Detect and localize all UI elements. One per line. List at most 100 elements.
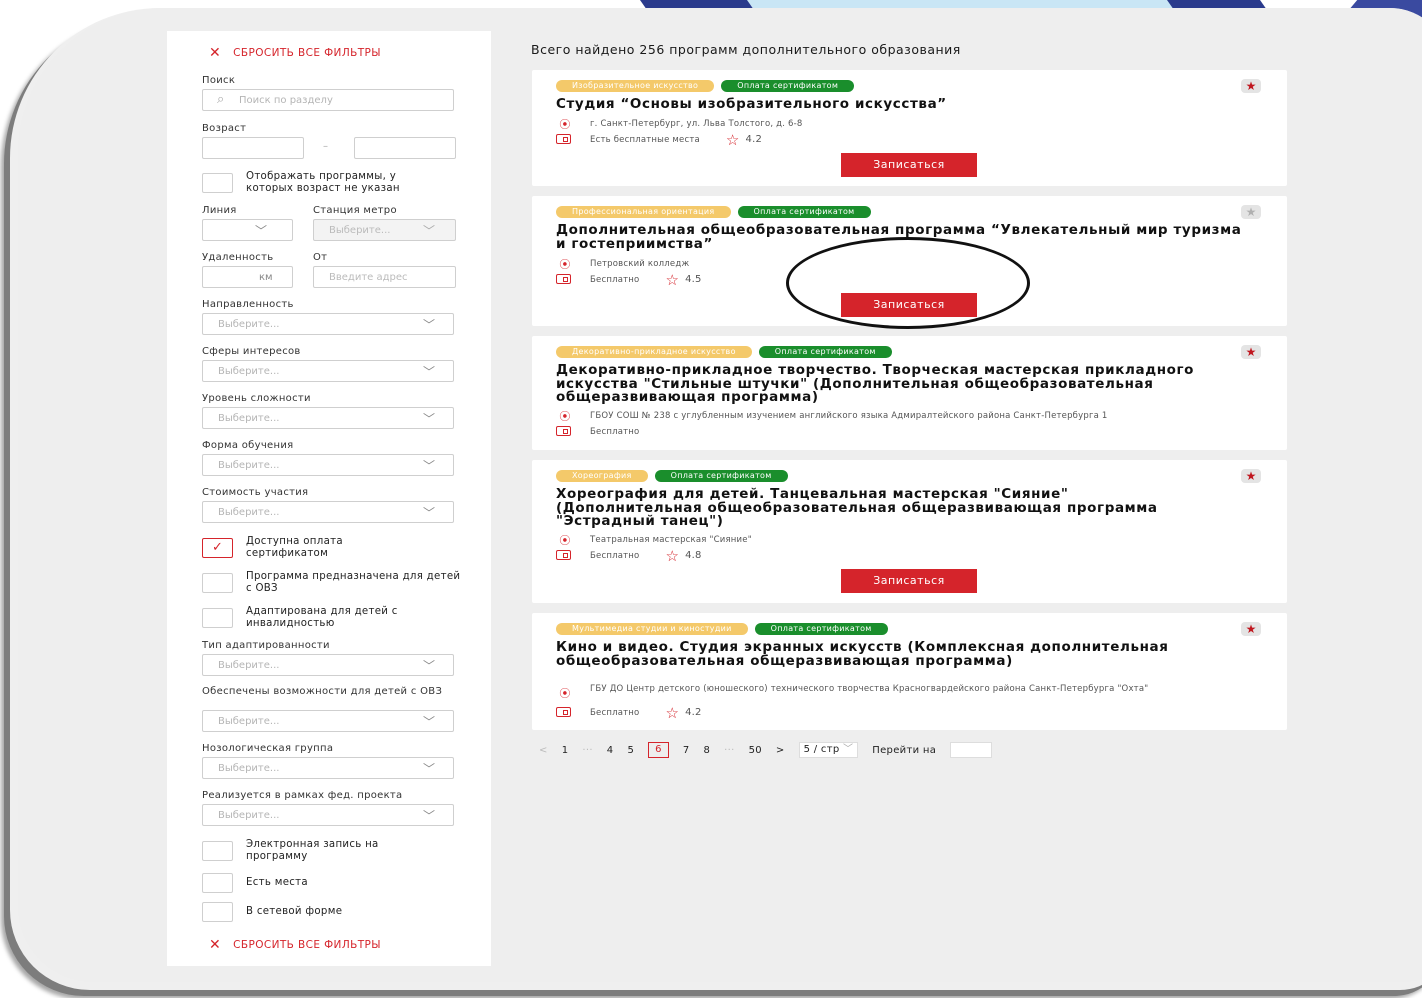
age-label: Возраст xyxy=(202,123,247,134)
certificate-payment-checkbox[interactable]: ✓ xyxy=(202,538,233,558)
favorite-star-icon[interactable]: ★ xyxy=(1241,79,1261,93)
e-enroll-checkbox[interactable] xyxy=(202,841,233,861)
show-no-age-checkbox[interactable] xyxy=(202,173,233,193)
program-address: г. Санкт-Петербург, ул. Льва Толстого, д… xyxy=(590,119,803,129)
select-placeholder: Выберите... xyxy=(218,763,280,774)
category-tag: Декоративно-прикладное искусство xyxy=(556,346,752,358)
chevron-down-icon: ﹀ xyxy=(422,224,435,238)
reset-filters-top[interactable]: ✕ СБРОСИТЬ ВСЕ ФИЛЬТРЫ xyxy=(209,45,381,61)
prev-page-button[interactable]: < xyxy=(539,745,548,756)
rating-star-icon: ☆ xyxy=(725,130,740,149)
page-8[interactable]: 8 xyxy=(703,745,710,756)
difficulty-select[interactable]: Выберите... ﹀ xyxy=(202,407,454,429)
chevron-down-icon: ﹀ xyxy=(422,715,435,729)
distance-input[interactable]: км xyxy=(202,266,293,288)
enroll-button[interactable]: Записаться xyxy=(841,153,977,177)
select-placeholder: Выберите... xyxy=(218,460,280,471)
difficulty-label: Уровень сложности xyxy=(202,393,311,404)
disability-checkbox[interactable] xyxy=(202,608,233,628)
chevron-down-icon: ﹀ xyxy=(422,412,435,426)
program-title[interactable]: Студия “Основы изобразительного искусств… xyxy=(556,97,1256,112)
free-places-checkbox[interactable] xyxy=(202,873,233,893)
favorite-star-icon[interactable]: ★ xyxy=(1241,469,1261,483)
page-size-select[interactable]: 5 / стр ﹀ xyxy=(798,742,859,758)
reset-filters-bottom[interactable]: ✕ СБРОСИТЬ ВСЕ ФИЛЬТРЫ xyxy=(209,937,381,953)
select-placeholder: Выберите... xyxy=(218,507,280,518)
cost-select[interactable]: Выберите... ﹀ xyxy=(202,501,454,523)
annotation-ellipse xyxy=(786,237,1030,329)
page-1[interactable]: 1 xyxy=(562,745,569,756)
page-last[interactable]: 50 xyxy=(749,745,762,756)
page-5[interactable]: 5 xyxy=(627,745,634,756)
goto-page-input[interactable] xyxy=(950,742,993,758)
chevron-down-icon: ﹀ xyxy=(422,318,435,332)
certificate-tag: Оплата сертификатом xyxy=(721,80,855,92)
adaptation-type-select[interactable]: Выберите... ﹀ xyxy=(202,654,454,676)
page-current[interactable]: 6 xyxy=(648,742,669,758)
program-title[interactable]: Хореография для детей. Танцевальная маст… xyxy=(556,487,1196,529)
location-pin-icon: ⦿ xyxy=(559,118,571,131)
line-select[interactable]: ﹀ xyxy=(202,219,293,241)
program-address: ГБОУ СОШ № 238 с углубленным изучением а… xyxy=(590,411,1108,421)
program-card[interactable]: Декоративно-прикладное искусство Оплата с… xyxy=(532,336,1287,450)
wallet-icon xyxy=(556,274,574,285)
program-address: ГБУ ДО Центр детского (юношеского) техни… xyxy=(590,684,1149,694)
certificate-tag: Оплата сертификатом xyxy=(737,206,871,218)
interests-select[interactable]: Выберите... ﹀ xyxy=(202,360,454,382)
check-icon: ✓ xyxy=(212,540,223,555)
nosology-select[interactable]: Выберите... ﹀ xyxy=(202,757,454,779)
direction-select[interactable]: Выберите... ﹀ xyxy=(202,313,454,335)
ovz-checkbox[interactable] xyxy=(202,573,233,593)
fed-project-select[interactable]: Выберите... ﹀ xyxy=(202,804,454,826)
program-price: Бесплатно xyxy=(590,707,640,718)
category-tag: Мультимедиа студии и киностудии xyxy=(556,623,748,635)
e-enroll-label: Электронная запись на программу xyxy=(246,839,379,862)
program-card[interactable]: Изобразительное искусство Оплата сертифик… xyxy=(532,70,1287,186)
select-placeholder: Выберите... xyxy=(218,366,280,377)
metro-placeholder: Выберите... xyxy=(329,225,391,236)
page-7[interactable]: 7 xyxy=(683,745,690,756)
age-to-input[interactable] xyxy=(354,137,456,159)
age-from-input[interactable] xyxy=(202,137,304,159)
rating-star-icon: ☆ xyxy=(665,546,680,565)
favorite-star-icon[interactable]: ★ xyxy=(1241,205,1261,219)
favorite-star-icon[interactable]: ★ xyxy=(1241,622,1261,636)
network-form-label: В сетевой форме xyxy=(246,906,343,917)
address-input[interactable]: Введите адрес xyxy=(313,266,456,288)
close-icon: ✕ xyxy=(209,937,222,953)
filters-sidebar: ✕ СБРОСИТЬ ВСЕ ФИЛЬТРЫ Поиск ⌕ Поиск по … xyxy=(167,31,491,966)
network-form-checkbox[interactable] xyxy=(202,902,233,922)
pagination: < 1 ··· 4 5 6 7 8 ··· 50 > 5 / стр ﹀ Пер… xyxy=(539,742,1006,758)
page-ellipsis[interactable]: ··· xyxy=(582,745,592,756)
program-rating: 4.2 xyxy=(685,707,702,718)
select-placeholder: Выберите... xyxy=(218,413,280,424)
page-ellipsis[interactable]: ··· xyxy=(724,745,734,756)
ovz-provision-select[interactable]: Выберите... ﹀ xyxy=(202,710,454,732)
program-address: Петровский колледж xyxy=(590,259,690,269)
ovz-provision-label: Обеспечены возможности для детей с ОВЗ xyxy=(202,686,443,697)
program-title[interactable]: Декоративно-прикладное творчество. Творч… xyxy=(556,363,1196,405)
program-title[interactable]: Кино и видео. Студия экранных искусств (… xyxy=(556,640,1196,668)
search-label: Поиск xyxy=(202,75,236,86)
line-label: Линия xyxy=(202,205,237,216)
chevron-down-icon: ﹀ xyxy=(842,744,854,755)
study-form-select[interactable]: Выберите... ﹀ xyxy=(202,454,454,476)
results-count: Всего найдено 256 программ дополнительно… xyxy=(531,42,961,57)
enroll-button[interactable]: Записаться xyxy=(841,569,977,593)
page-4[interactable]: 4 xyxy=(607,745,614,756)
certificate-tag: Оплата сертификатом xyxy=(754,623,888,635)
next-page-button[interactable]: > xyxy=(776,745,785,756)
close-icon: ✕ xyxy=(209,45,222,61)
search-input[interactable]: ⌕ Поиск по разделу xyxy=(202,89,454,111)
chevron-down-icon: ﹀ xyxy=(422,762,435,776)
select-placeholder: Выберите... xyxy=(218,660,280,671)
category-tag: Хореография xyxy=(556,470,648,482)
metro-label: Станция метро xyxy=(313,205,397,216)
program-card[interactable]: Хореография Оплата сертификатом ★ Хореогр… xyxy=(532,460,1287,603)
adaptation-type-label: Тип адаптированности xyxy=(202,640,330,651)
metro-select[interactable]: Выберите... ﹀ xyxy=(313,219,456,241)
favorite-star-icon[interactable]: ★ xyxy=(1241,345,1261,359)
direction-label: Направленность xyxy=(202,299,294,310)
wallet-icon xyxy=(556,707,574,718)
program-card[interactable]: Мультимедиа студии и киностудии Оплата се… xyxy=(532,613,1287,730)
